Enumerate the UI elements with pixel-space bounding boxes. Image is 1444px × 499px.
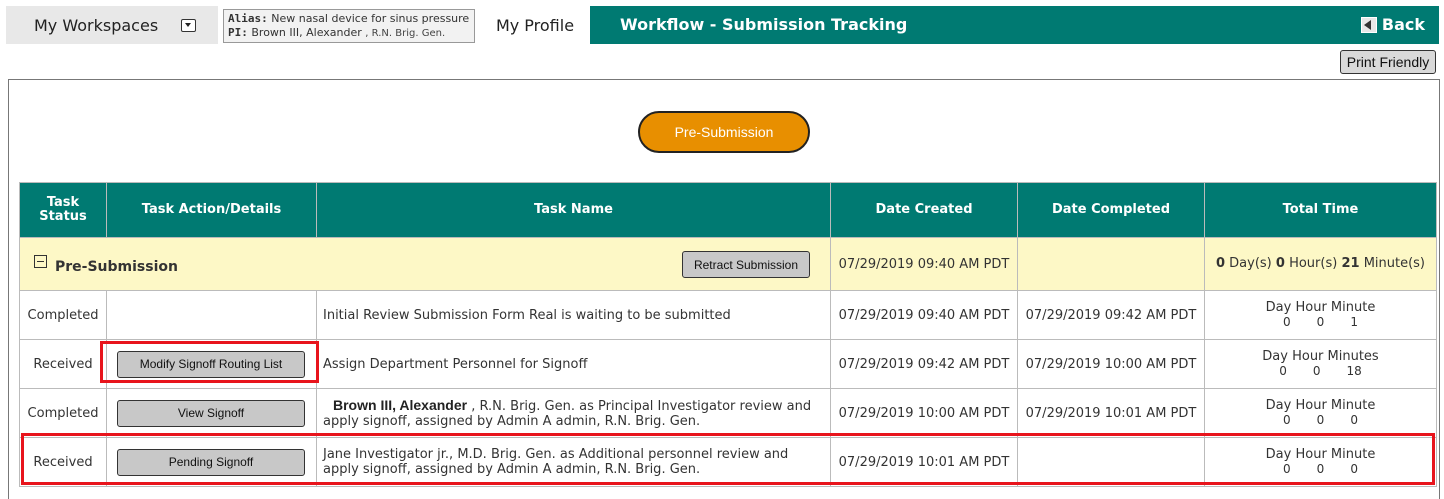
group-row-pre-submission: Pre-Submission Retract Submission 07/29/…	[19, 237, 1437, 291]
date-completed	[1017, 437, 1205, 487]
pi-suffix: , R.N. Brig. Gen.	[365, 28, 446, 39]
time-hour: 0	[1316, 315, 1325, 329]
time-minute: 0	[1350, 462, 1358, 476]
col-date-completed: Date Completed	[1017, 182, 1205, 238]
total-hours-label: Hour(s)	[1289, 256, 1338, 271]
date-created: 07/29/2019 09:40 AM PDT	[830, 290, 1018, 340]
task-name-person: Brown III, Alexander	[333, 396, 468, 413]
group-name: Pre-Submission	[55, 259, 178, 275]
total-time: Day Hour Minute 0 0 1	[1204, 290, 1437, 340]
task-action-cell: Pending Signoff	[106, 437, 317, 487]
table-row: Completed Initial Review Submission Form…	[19, 290, 1437, 340]
back-arrow-icon	[1360, 16, 1377, 33]
task-status: Received	[19, 339, 107, 389]
pending-signoff-button[interactable]: Pending Signoff	[117, 448, 305, 476]
time-day: 0	[1283, 315, 1291, 329]
task-action-cell: View Signoff	[106, 388, 317, 438]
time-minute: 0	[1350, 413, 1358, 427]
total-days-label: Day(s)	[1229, 256, 1272, 271]
total-time: Day Hour Minutes 0 0 18	[1204, 339, 1437, 389]
total-days: 0	[1215, 256, 1226, 271]
task-action-cell	[106, 290, 317, 340]
back-button[interactable]: Back	[1360, 15, 1425, 34]
stage-pre-submission[interactable]: Pre-Submission	[638, 111, 810, 153]
table-row: Received Pending Signoff Jane Investigat…	[19, 437, 1437, 487]
time-hour: 0	[1316, 462, 1325, 476]
time-hour: 0	[1312, 364, 1321, 378]
my-workspaces-label: My Workspaces	[34, 15, 159, 35]
date-created: 07/29/2019 10:00 AM PDT	[830, 388, 1018, 438]
back-label: Back	[1381, 15, 1425, 34]
total-minutes: 21	[1341, 256, 1360, 271]
top-bar: My Workspaces Alias: New nasal device fo…	[0, 0, 1444, 44]
alias-label: Alias:	[228, 12, 268, 25]
modify-signoff-routing-list-button[interactable]: Modify Signoff Routing List	[117, 350, 305, 378]
collapse-icon[interactable]	[34, 254, 47, 268]
retract-submission-button[interactable]: Retract Submission	[682, 251, 810, 278]
col-task-action: Task Action/Details	[106, 182, 317, 238]
task-name: Assign Department Personnel for Signoff	[316, 339, 831, 389]
total-time: Day Hour Minute 0 0 0	[1204, 437, 1437, 487]
total-minutes-label: Minute(s)	[1363, 256, 1426, 271]
table-header-row: Task Status Task Action/Details Task Nam…	[19, 182, 1437, 238]
dropdown-arrow-icon[interactable]	[181, 19, 196, 32]
group-date-completed	[1017, 237, 1205, 291]
group-total-time: 0 Day(s) 0 Hour(s) 21 Minute(s)	[1204, 237, 1437, 291]
col-date-created: Date Created	[830, 182, 1018, 238]
date-completed: 07/29/2019 10:00 AM PDT	[1017, 339, 1205, 389]
date-created: 07/29/2019 10:01 AM PDT	[830, 437, 1018, 487]
date-completed: 07/29/2019 09:42 AM PDT	[1017, 290, 1205, 340]
print-friendly-button[interactable]: Print Friendly	[1340, 50, 1436, 74]
my-profile-link[interactable]: My Profile	[483, 6, 587, 44]
task-status: Completed	[19, 388, 107, 438]
time-minute: 18	[1346, 364, 1362, 378]
date-completed: 07/29/2019 10:01 AM PDT	[1017, 388, 1205, 438]
col-task-name: Task Name	[316, 182, 831, 238]
task-name: Brown III, Alexander , R.N. Brig. Gen. a…	[316, 388, 831, 438]
workflow-header: Workflow - Submission Tracking Back	[590, 6, 1439, 44]
task-name: Initial Review Submission Form Real is w…	[316, 290, 831, 340]
task-name: Jane Investigator jr., M.D. Brig. Gen. a…	[316, 437, 831, 487]
task-status: Completed	[19, 290, 107, 340]
page-title: Workflow - Submission Tracking	[620, 15, 908, 34]
table-row: Received Modify Signoff Routing List Ass…	[19, 339, 1437, 389]
time-labels: Day Hour Minute	[1265, 447, 1376, 462]
time-labels: Day Hour Minute	[1265, 300, 1376, 315]
group-date-created: 07/29/2019 09:40 AM PDT	[830, 237, 1018, 291]
group-title-cell: Pre-Submission Retract Submission	[19, 237, 831, 291]
time-labels: Day Hour Minutes	[1262, 349, 1379, 364]
date-created: 07/29/2019 09:42 AM PDT	[830, 339, 1018, 389]
view-signoff-button[interactable]: View Signoff	[117, 399, 305, 427]
my-workspaces-menu[interactable]: My Workspaces	[6, 6, 218, 44]
time-hour: 0	[1316, 413, 1325, 427]
total-hours: 0	[1275, 256, 1285, 271]
alias-value: New nasal device for sinus pressure	[271, 12, 470, 25]
col-total-time: Total Time	[1204, 182, 1437, 238]
task-table: Task Status Task Action/Details Task Nam…	[19, 182, 1437, 487]
pi-label: PI:	[228, 26, 248, 39]
task-action-cell: Modify Signoff Routing List	[106, 339, 317, 389]
time-labels: Day Hour Minute	[1265, 398, 1376, 413]
col-task-status: Task Status	[19, 182, 107, 238]
pi-value: Brown III, Alexander	[251, 26, 362, 39]
time-day: 0	[1283, 413, 1291, 427]
total-time: Day Hour Minute 0 0 0	[1204, 388, 1437, 438]
time-minute: 1	[1350, 315, 1358, 329]
table-row: Completed View Signoff Brown III, Alexan…	[19, 388, 1437, 438]
project-alias-box: Alias: New nasal device for sinus pressu…	[223, 9, 475, 43]
task-status: Received	[19, 437, 107, 487]
time-day: 0	[1283, 462, 1291, 476]
time-day: 0	[1279, 364, 1287, 378]
